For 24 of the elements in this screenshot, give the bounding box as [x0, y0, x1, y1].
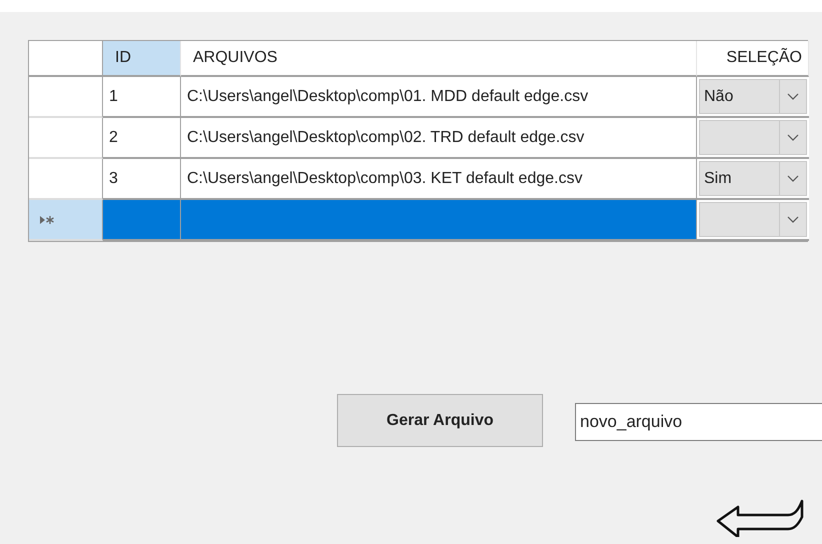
column-header[interactable]: ARQUIVOS	[181, 41, 697, 77]
selection-dropdown[interactable]: Sim	[699, 161, 807, 196]
chevron-down-icon	[787, 134, 799, 142]
row-header[interactable]	[29, 159, 103, 200]
table-cell: 2	[103, 118, 181, 159]
row-header[interactable]	[29, 77, 103, 118]
chevron-down-icon	[787, 216, 799, 224]
chevron-down-icon	[787, 92, 799, 100]
chevron-down-icon	[787, 174, 799, 182]
selection-dropdown[interactable]	[699, 120, 807, 155]
table-cell: C:\Users\angel\Desktop\comp\01. MDD default edge.csv	[181, 77, 697, 118]
filename-field[interactable]: novo_arquivo	[575, 403, 822, 441]
table-cell: 3	[103, 159, 181, 200]
table-cell: C:\Users\angel\Desktop\comp\03. KET default edge.csv	[181, 159, 697, 200]
column-header[interactable]: SELEÇÃO	[697, 41, 809, 77]
row-header[interactable]	[29, 118, 103, 159]
new-row-icon	[39, 214, 55, 224]
table-cell: 1	[103, 77, 181, 118]
generate-file-button[interactable]: Gerar Arquivo	[337, 394, 543, 447]
selection-dropdown[interactable]: Não	[699, 79, 807, 114]
table-cell: C:\Users\angel\Desktop\comp\02. TRD default edge.csv	[181, 118, 697, 159]
row-header[interactable]	[29, 200, 103, 241]
column-header[interactable]: ID	[103, 41, 181, 77]
selection-dropdown[interactable]	[699, 202, 807, 237]
